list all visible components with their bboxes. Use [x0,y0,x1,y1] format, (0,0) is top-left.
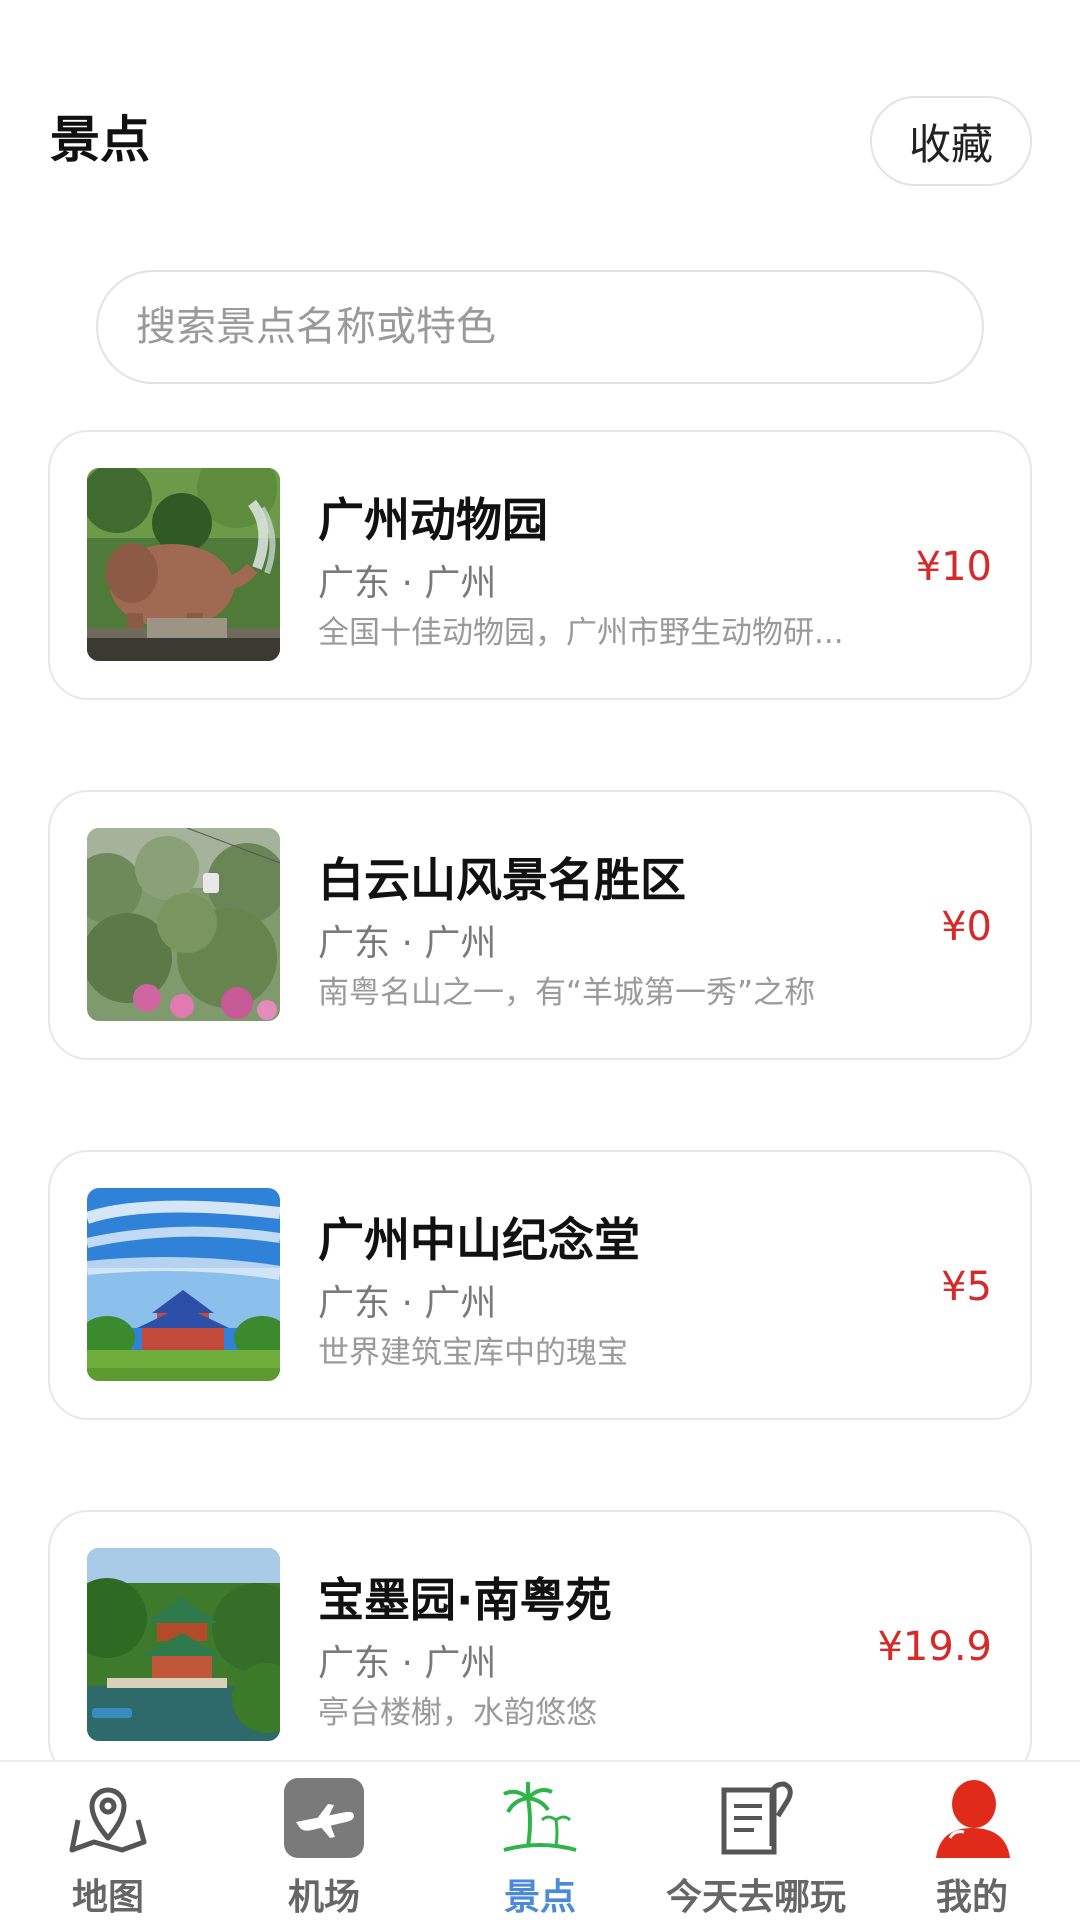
nav-label: 景点 [503,1877,576,1918]
user-icon [930,1776,1014,1860]
map-pin-icon [66,1776,150,1860]
nav-label: 我的 [935,1877,1008,1918]
nav-label: 今天去哪玩 [665,1877,846,1918]
search-input[interactable] [136,304,936,350]
attraction-name: 广州动物园 [318,493,548,547]
attraction-thumbnail-memorial-hall [87,1188,280,1381]
nav-label: 机场 [287,1877,360,1918]
nav-label: 地图 [71,1877,144,1918]
favorites-button[interactable]: 收藏 [870,96,1032,186]
attraction-thumbnail-mountain [87,828,280,1021]
page-title: 景点 [50,111,150,169]
attractions-page: 景点 收藏 搜索景点名称或特色 广州动物园 广东 · 广州 全国十佳动物园，广州… [0,0,1080,1920]
attraction-price: ¥5 [941,1264,992,1310]
nav-item-map[interactable]: 地图 [0,1762,216,1920]
attraction-location: 广东 · 广州 [318,563,497,604]
attraction-location: 广东 · 广州 [318,1283,497,1324]
attraction-price: ¥10 [915,544,992,590]
nav-item-today[interactable]: 今天去哪玩 [648,1762,864,1920]
nav-item-mine[interactable]: 我的 [864,1762,1080,1920]
attraction-description: 世界建筑宝库中的瑰宝 [318,1335,628,1371]
attraction-name: 白云山风景名胜区 [318,853,686,907]
attraction-description: 全国十佳动物园，广州市野生动物研... [318,615,844,651]
header: 景点 收藏 [0,0,1080,250]
nav-item-airport[interactable]: 机场 [216,1762,432,1920]
attraction-location: 广东 · 广州 [318,923,497,964]
search-box[interactable] [96,270,984,384]
attraction-price: ¥0 [941,904,992,950]
attraction-price: ¥19.9 [877,1624,992,1670]
attraction-thumbnail-garden [87,1548,280,1741]
attraction-list: 广州动物园 广东 · 广州 全国十佳动物园，广州市野生动物研... ¥10 白云… [0,430,1080,1760]
attraction-description: 亭台楼榭，水韵悠悠 [318,1695,597,1731]
attraction-name: 广州中山纪念堂 [318,1213,640,1267]
attraction-thumbnail-elephant [87,468,280,661]
attraction-card[interactable]: 广州中山纪念堂 广东 · 广州 世界建筑宝库中的瑰宝 ¥5 [48,1150,1032,1420]
nav-item-attractions[interactable]: 景点 [432,1762,648,1920]
bottom-nav: 地图 机场 景点 今天去哪玩 我的 [0,1760,1080,1920]
attraction-location: 广东 · 广州 [318,1643,497,1684]
attraction-name: 宝墨园·南粤苑 [318,1573,612,1627]
attraction-card[interactable]: 广州动物园 广东 · 广州 全国十佳动物园，广州市野生动物研... ¥10 [48,430,1032,700]
attraction-card[interactable]: 宝墨园·南粤苑 广东 · 广州 亭台楼榭，水韵悠悠 ¥19.9 [48,1510,1032,1760]
attraction-description: 南粤名山之一，有“羊城第一秀”之称 [318,975,816,1011]
airplane-icon [282,1776,366,1860]
palm-tree-icon [498,1776,582,1860]
document-pen-icon [714,1776,798,1860]
attraction-card[interactable]: 白云山风景名胜区 广东 · 广州 南粤名山之一，有“羊城第一秀”之称 ¥0 [48,790,1032,1060]
